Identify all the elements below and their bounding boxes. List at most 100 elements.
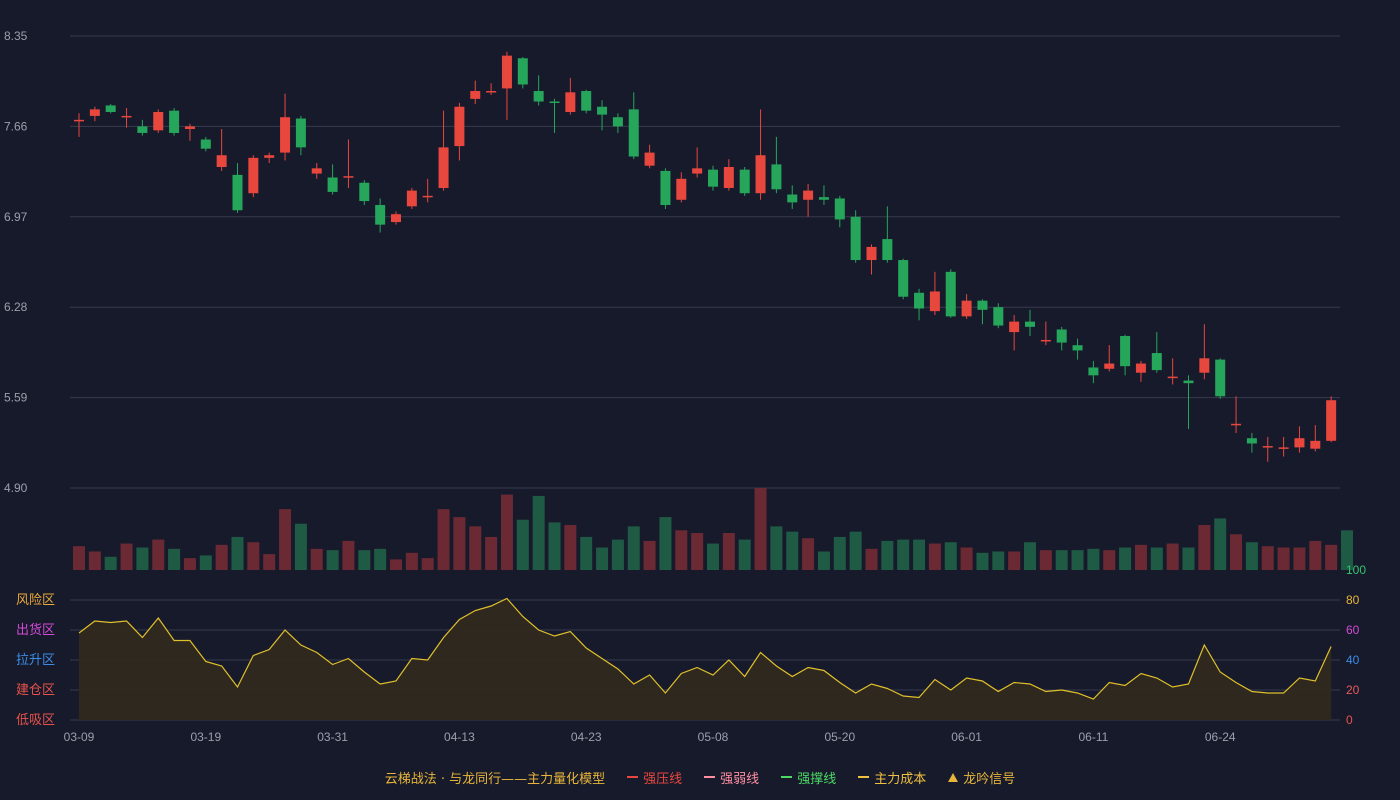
volume-bar — [976, 552, 989, 570]
legend-label: 强撑线 — [797, 771, 837, 787]
volume-bar — [786, 531, 799, 570]
candle-body — [1120, 336, 1131, 367]
volume-bar — [516, 519, 529, 570]
volume-bar — [1198, 525, 1211, 570]
volume-bar — [802, 538, 815, 570]
candle-body — [612, 117, 623, 127]
candle-body — [327, 177, 338, 192]
candle-body — [391, 214, 401, 223]
candle-body — [343, 176, 354, 178]
candle-body — [597, 106, 608, 115]
legend: 云梯战法 · 与龙同行——主力量化模型 强压线 强弱线 强撑线 主力成本 龙吟信… — [0, 766, 1400, 788]
candle-body — [977, 300, 988, 310]
price-tick-label: 6.28 — [4, 300, 28, 314]
candle-body — [692, 168, 703, 174]
volume-bar — [215, 544, 228, 570]
oscillator-tick-label: 100 — [1346, 563, 1366, 577]
volume-bar — [374, 548, 387, 570]
candle-body — [644, 152, 655, 166]
candle-body — [1294, 438, 1305, 448]
candle-body — [914, 292, 925, 309]
volume-bar — [881, 540, 894, 570]
oscillator-area — [79, 598, 1332, 720]
price-tick-label: 6.97 — [4, 210, 28, 224]
volume-bar — [1055, 550, 1068, 570]
volume-bar — [247, 542, 260, 570]
volume-bar — [469, 526, 482, 570]
zone-label: 低吸区 — [16, 713, 55, 728]
candles — [74, 51, 1337, 462]
candle-body — [533, 91, 544, 102]
cost-line-icon — [858, 776, 870, 778]
candle-body — [153, 111, 164, 131]
date-tick-label: 03-31 — [317, 730, 348, 744]
candle-body — [454, 106, 465, 147]
zone-label: 建仓区 — [16, 683, 55, 698]
candle-body — [1009, 321, 1020, 333]
candle-body — [1056, 329, 1067, 343]
triangle-icon — [948, 772, 959, 782]
legend-item-cost[interactable]: 主力成本 — [858, 768, 926, 787]
volume-bar — [722, 532, 735, 570]
volume-bar — [707, 543, 719, 570]
legend-title: 云梯战法 · 与龙同行——主力量化模型 — [385, 768, 605, 787]
candle-body — [137, 126, 148, 133]
volume-bar — [485, 536, 498, 570]
candle-body — [1231, 423, 1242, 426]
volume-bar — [817, 551, 830, 570]
volume-bar — [944, 542, 957, 570]
candle-body — [834, 198, 845, 220]
candle-body — [723, 167, 734, 188]
volume-bar — [1261, 546, 1274, 570]
price-tick-label: 5.59 — [4, 391, 28, 405]
volume-bar — [532, 495, 545, 570]
oscillator-tick-label: 80 — [1346, 593, 1360, 607]
volume-bar — [928, 543, 941, 570]
zone-label: 出货区 — [16, 622, 55, 638]
resistance-line-icon — [627, 776, 639, 778]
candle-body — [1326, 400, 1337, 441]
volume-bar — [992, 551, 1005, 570]
volume-bars — [73, 488, 1353, 570]
volume-bar — [1245, 542, 1258, 570]
candle-body — [501, 55, 512, 89]
volume-bar — [279, 509, 292, 570]
legend-item-signal[interactable]: 龙吟信号 — [948, 768, 1015, 787]
date-tick-label: 06-11 — [1078, 730, 1108, 744]
candle-body — [929, 291, 940, 312]
volume-bar — [913, 539, 926, 570]
candle-body — [803, 190, 814, 200]
volume-bar — [1277, 547, 1290, 570]
strength-line-icon — [704, 776, 716, 778]
candle-body — [1025, 321, 1035, 327]
candle-body — [406, 190, 417, 207]
legend-label: 龙吟信号 — [963, 771, 1016, 787]
legend-label: 强弱线 — [720, 771, 760, 787]
volume-bar — [738, 539, 751, 570]
legend-item-strength[interactable]: 强弱线 — [704, 768, 759, 787]
candle-body — [565, 92, 576, 112]
candle-body — [1135, 363, 1146, 373]
volume-bar — [358, 550, 371, 570]
zone-label: 拉升区 — [16, 653, 55, 668]
oscillator-panel — [70, 597, 1340, 721]
candle-body — [359, 182, 370, 202]
candle-body — [945, 271, 956, 317]
candle-body — [1088, 367, 1099, 376]
volume-bar — [865, 548, 878, 570]
legend-item-resistance[interactable]: 强压线 — [627, 768, 682, 787]
price-axis: 8.35 7.66 6.97 6.28 5.59 4.90 — [4, 29, 28, 495]
volume-bar — [691, 532, 704, 570]
candle-body — [1199, 358, 1210, 373]
volume-bar — [453, 517, 466, 570]
volume-bar — [1150, 547, 1163, 570]
legend-item-support[interactable]: 强撑线 — [781, 768, 836, 787]
candle-body — [676, 178, 687, 200]
date-tick-label: 04-13 — [444, 730, 475, 744]
volume-bar — [1325, 544, 1338, 570]
candle-body — [961, 300, 972, 317]
volume-bar — [199, 555, 212, 570]
zone-label: 风险区 — [16, 593, 55, 608]
candle-body — [375, 205, 386, 225]
volume-bar — [1071, 550, 1084, 570]
